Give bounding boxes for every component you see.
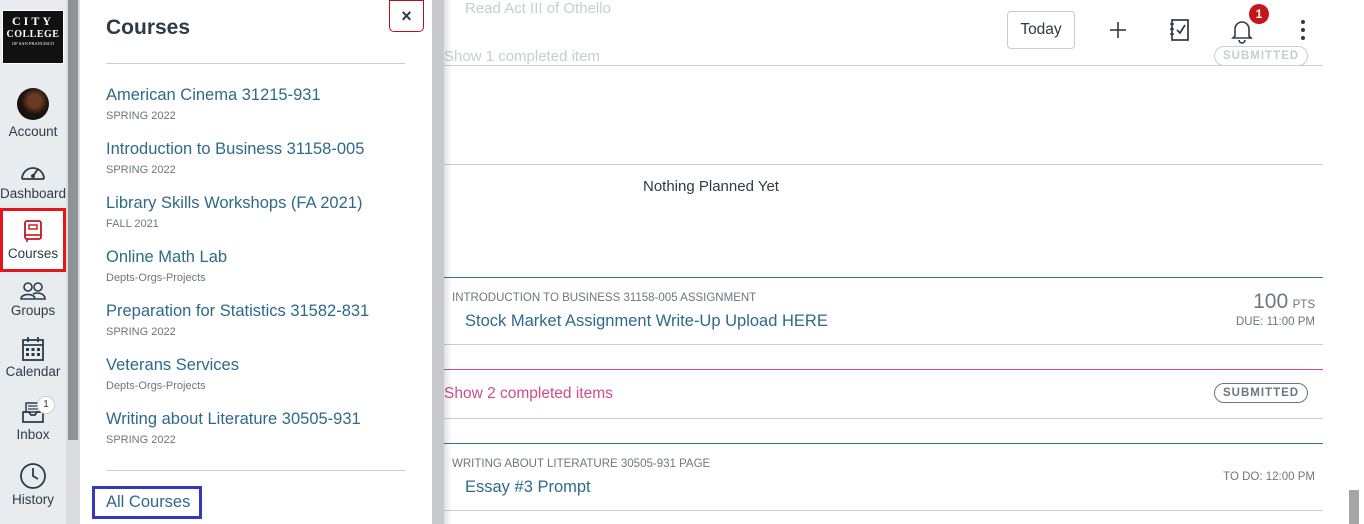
- inbox-unread-badge: 1: [37, 396, 55, 414]
- tray-title: Courses: [106, 16, 191, 39]
- tray-scrollbar[interactable]: [432, 0, 444, 524]
- course-color-line: [444, 369, 1323, 370]
- logo-line-3: OF SAN FRANCISCO: [11, 41, 55, 46]
- course-link[interactable]: Library Skills Workshops (FA 2021): [106, 194, 362, 213]
- course-link[interactable]: Veterans Services: [106, 356, 239, 375]
- empty-day-message: Nothing Planned Yet: [643, 178, 779, 195]
- course-link[interactable]: Introduction to Business 31158-005: [106, 140, 364, 159]
- points-unit: PTS: [1292, 299, 1315, 311]
- nav-calendar-label: Calendar: [5, 364, 61, 379]
- add-icon[interactable]: [1103, 15, 1133, 45]
- college-logo[interactable]: CITY COLLEGE OF SAN FRANCISCO: [2, 10, 64, 64]
- nav-dashboard[interactable]: Dashboard: [0, 160, 66, 201]
- nav-history[interactable]: History: [0, 462, 66, 507]
- course-color-line: [444, 277, 1323, 278]
- logo-line-1: CITY: [11, 14, 54, 28]
- submitted-pill: SUBMITTED: [1214, 383, 1309, 403]
- nav-courses-label: Courses: [7, 246, 59, 261]
- course-link[interactable]: Preparation for Statistics 31582-831: [106, 302, 369, 321]
- grades-icon[interactable]: [1165, 15, 1195, 45]
- course-term: SPRING 2022: [106, 326, 176, 338]
- nav-inbox[interactable]: Inbox: [0, 400, 66, 442]
- more-options-icon[interactable]: [1288, 15, 1318, 45]
- nav-account[interactable]: Account: [0, 88, 66, 139]
- nav-groups-label: Groups: [10, 303, 56, 318]
- book-icon: [24, 220, 42, 242]
- today-button[interactable]: Today: [1007, 11, 1075, 49]
- divider: [444, 510, 1323, 511]
- course-term: SPRING 2022: [106, 164, 176, 176]
- global-nav-scrollbar-thumb[interactable]: [68, 0, 78, 440]
- planner-item-title-link[interactable]: Stock Market Assignment Write-Up Upload …: [465, 312, 828, 331]
- points-value: 100: [1253, 290, 1289, 313]
- tray-divider: [106, 470, 405, 471]
- course-term: Depts-Orgs-Projects: [106, 380, 206, 392]
- course-link[interactable]: American Cinema 31215-931: [106, 86, 321, 105]
- nav-calendar[interactable]: Calendar: [0, 336, 66, 379]
- course-term: SPRING 2022: [106, 434, 176, 446]
- course-term: SPRING 2022: [106, 110, 176, 122]
- avatar: [17, 88, 49, 120]
- faded-submitted-pill: SUBMITTED: [1214, 46, 1309, 66]
- all-courses-link[interactable]: All Courses: [106, 493, 190, 512]
- day-divider: [444, 164, 1323, 165]
- divider: [444, 418, 1323, 419]
- faded-show-completed: Show 1 completed item: [444, 48, 600, 65]
- divider: [444, 65, 1323, 66]
- points: 100 PTS: [1200, 290, 1315, 314]
- clock-icon: [20, 463, 46, 489]
- course-link[interactable]: Online Math Lab: [106, 248, 227, 267]
- tray-shadow: [444, 0, 452, 524]
- close-tray-button[interactable]: ×: [389, 0, 424, 32]
- nav-inbox-label: Inbox: [16, 427, 50, 442]
- nav-history-label: History: [11, 492, 54, 507]
- planner-item-context: INTRODUCTION TO BUSINESS 31158-005 ASSIG…: [452, 292, 757, 304]
- planner-item-context: WRITING ABOUT LITERATURE 30505-931 PAGE: [452, 458, 711, 470]
- nav-dashboard-label: Dashboard: [0, 186, 67, 201]
- notification-badge: 1: [1249, 4, 1269, 24]
- nav-courses-content[interactable]: Courses: [0, 219, 66, 261]
- planner-item-title-link[interactable]: Essay #3 Prompt: [465, 478, 591, 497]
- calendar-icon: [22, 337, 44, 361]
- todo-time: TO DO: 12:00 PM: [1223, 471, 1315, 483]
- divider: [444, 344, 1323, 345]
- tray-divider: [106, 63, 405, 64]
- course-color-line: [444, 443, 1323, 444]
- nav-account-label: Account: [8, 124, 58, 139]
- course-link[interactable]: Writing about Literature 30505-931: [106, 410, 361, 429]
- faded-planner-item-title: Read Act III of Othello: [465, 0, 611, 17]
- dashboard-icon: [21, 167, 45, 180]
- logo-line-2: COLLEGE: [6, 29, 60, 40]
- course-term: FALL 2021: [106, 218, 159, 230]
- due-time: DUE: 11:00 PM: [1235, 316, 1315, 328]
- show-completed-items-link[interactable]: Show 2 completed items: [444, 385, 613, 403]
- groups-icon: [20, 282, 46, 300]
- page-scrollbar-thumb[interactable]: [1349, 490, 1359, 524]
- course-term: Depts-Orgs-Projects: [106, 272, 206, 284]
- nav-groups[interactable]: Groups: [0, 281, 66, 318]
